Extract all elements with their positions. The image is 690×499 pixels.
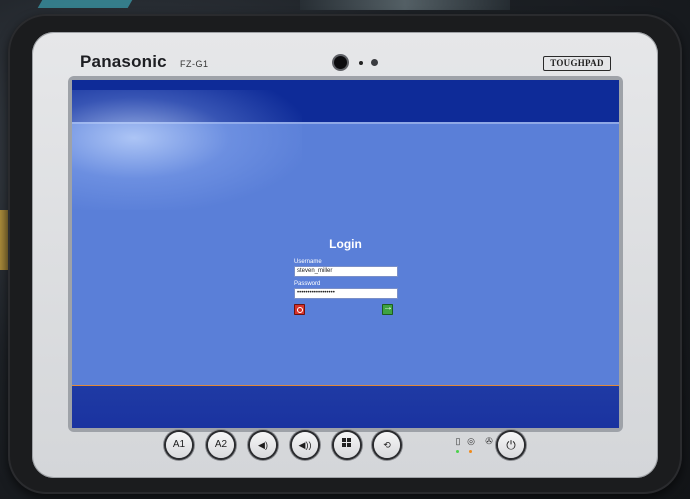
- background-glow: [72, 90, 302, 210]
- sensor-light: [371, 59, 378, 66]
- battery-status-icon: ▯: [455, 436, 461, 446]
- sensor-dot: [359, 61, 363, 65]
- battery-led: [456, 450, 459, 453]
- power-icon: ⏻: [506, 438, 516, 452]
- password-input[interactable]: ••••••••••••••••••: [294, 288, 398, 299]
- background-light: [37, 0, 133, 8]
- brand-logo: Panasonic: [80, 52, 167, 71]
- camera-icon: [334, 56, 347, 69]
- windows-icon: [342, 438, 352, 448]
- bottom-bar: [72, 385, 619, 428]
- password-label: Password: [294, 281, 321, 287]
- power-button[interactable]: ⏻: [498, 432, 524, 458]
- username-input[interactable]: steven_miller: [294, 266, 398, 277]
- disk-status-icon: ◎: [467, 436, 475, 446]
- username-label: Username: [294, 259, 322, 265]
- login-title: Login: [329, 237, 362, 251]
- tablet-device: Panasonic FZ-G1 TOUGHPAD Login Username …: [8, 14, 682, 494]
- wireless-status-icon: ✇: [485, 436, 493, 446]
- disk-led: [469, 450, 472, 453]
- login-submit-button[interactable]: [382, 302, 393, 315]
- model-label: FZ-G1: [180, 59, 209, 69]
- a2-button[interactable]: A2: [208, 432, 234, 458]
- rotation-lock-button[interactable]: ⟲: [374, 432, 400, 458]
- windows-button[interactable]: [334, 432, 360, 458]
- volume-down-button[interactable]: ◀︎): [250, 432, 276, 458]
- shutdown-button[interactable]: [294, 304, 305, 315]
- a1-button[interactable]: A1: [166, 432, 192, 458]
- background-strip: [300, 0, 510, 10]
- toughpad-badge: TOUGHPAD: [543, 56, 611, 71]
- login-screen: Login Username steven_miller Password ••…: [72, 80, 619, 428]
- volume-up-button[interactable]: ◀︎)): [292, 432, 318, 458]
